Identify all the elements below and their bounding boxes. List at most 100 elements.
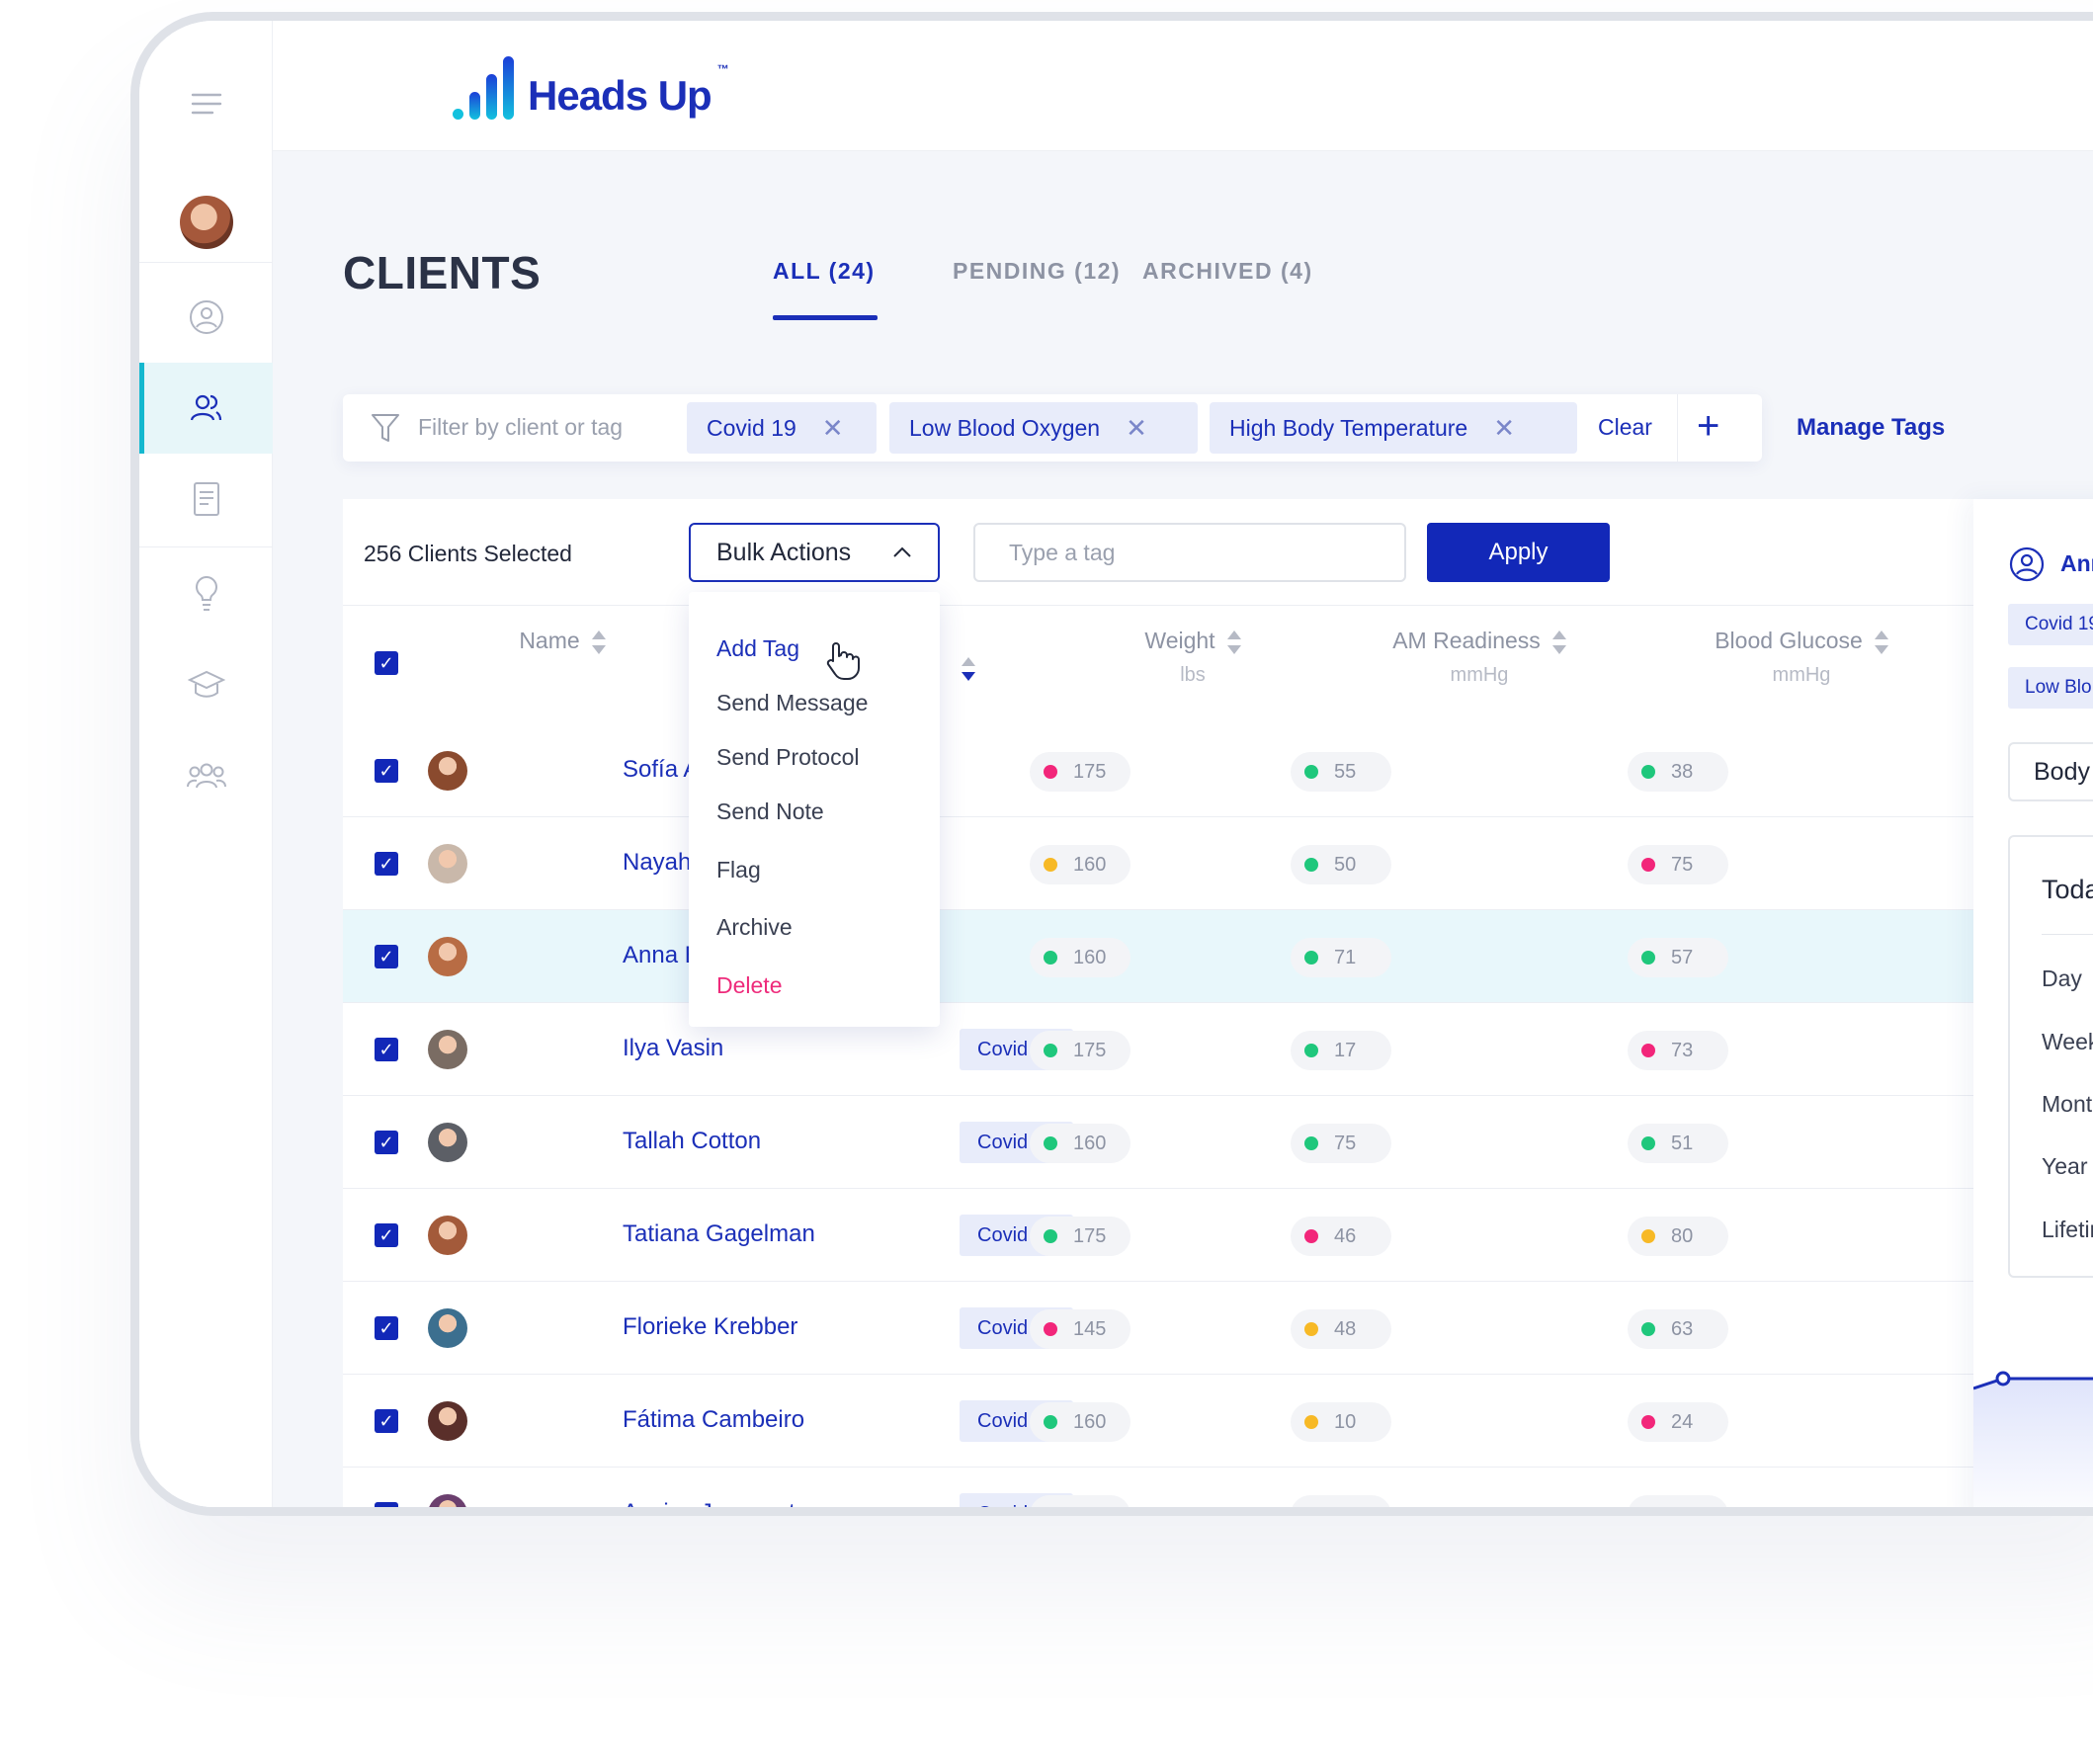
axis-label: 12 Nov (1973, 1507, 2033, 1516)
metric-value: 74 (1671, 1503, 1694, 1516)
menu-item-flag[interactable]: Flag (716, 857, 761, 883)
client-name[interactable]: Fátima Cambeiro (623, 1406, 804, 1434)
metric-value: 63 (1671, 1317, 1694, 1340)
manage-tags-link[interactable]: Manage Tags (1797, 414, 1945, 442)
clients-table-card: 256 Clients Selected Bulk Actions Apply … (343, 499, 1973, 1516)
table-row[interactable]: ✓ Ilya Vasin Covid 19 175 17 73 (343, 1003, 1973, 1096)
menu-item-add-tag[interactable]: Add Tag (716, 635, 799, 662)
column-header-blood-glucose[interactable]: Blood Glucose mmHg (1693, 628, 1910, 687)
user-circle-icon (2009, 546, 2045, 587)
metric-select[interactable]: Body (2008, 742, 2093, 801)
client-name[interactable]: Ilya Vasin (623, 1035, 723, 1062)
table-row[interactable]: ✓Sofía Alcocer1755538 (343, 724, 1973, 817)
sort-icon[interactable] (1551, 629, 1566, 656)
table-row[interactable]: ✓ Tatiana Gagelman Covid 19 175 46 80 (343, 1189, 1973, 1282)
lightbulb-icon[interactable] (139, 548, 273, 639)
menu-item-archive[interactable]: Archive (716, 914, 793, 941)
close-icon[interactable]: ✕ (1126, 415, 1147, 441)
filter-input[interactable]: Filter by client or tag (418, 414, 623, 441)
row-checkbox[interactable]: ✓ (375, 1502, 398, 1507)
panel-tag-chip[interactable]: Low Blo (2008, 667, 2093, 709)
metric-value: 73 (1671, 1039, 1694, 1061)
column-header-weight[interactable]: Weight lbs (1114, 628, 1272, 687)
table-row[interactable]: ✓ Florieke Krebber Covid 19 145 48 63 (343, 1282, 1973, 1375)
bulk-actions-dropdown[interactable]: Bulk Actions (689, 523, 940, 582)
menu-item-delete[interactable]: Delete (716, 972, 782, 999)
sort-icon[interactable] (591, 629, 606, 656)
status-dot (1304, 1229, 1318, 1243)
panel-tag-chip[interactable]: Covid 19 (2008, 604, 2093, 645)
table-row[interactable]: ✓ Aasiya Jayavant Covid 19 175 50 74 (343, 1468, 1973, 1516)
app-logo[interactable]: Heads Up ™ (453, 56, 729, 120)
row-checkbox[interactable]: ✓ (375, 1223, 398, 1247)
row-checkbox[interactable]: ✓ (375, 1038, 398, 1061)
menu-item-send-message[interactable]: Send Message (716, 690, 868, 716)
group-icon[interactable] (139, 730, 273, 821)
time-option-year[interactable]: Year (2042, 1153, 2087, 1180)
avatar (428, 1030, 467, 1069)
tab-archived[interactable]: ARCHIVED (4) (1142, 258, 1313, 285)
time-option-lifetime[interactable]: Lifetir (2042, 1217, 2093, 1243)
glucose-pill: 80 (1628, 1217, 1728, 1256)
apply-button[interactable]: Apply (1427, 523, 1610, 582)
user-circle-icon[interactable] (139, 272, 273, 363)
chevron-up-icon (893, 546, 911, 557)
sort-icon[interactable] (1874, 629, 1888, 656)
client-name[interactable]: Tatiana Gagelman (623, 1220, 815, 1248)
metric-value: 160 (1073, 946, 1107, 968)
table-row[interactable]: ✓Nayah Tantoh1605075 (343, 817, 1973, 910)
status-dot (1044, 765, 1057, 779)
table-row[interactable]: ✓ Tallah Cotton Covid 19 160 75 51 (343, 1096, 1973, 1189)
row-checkbox[interactable]: ✓ (375, 1409, 398, 1433)
sidebar-item-clients[interactable] (139, 363, 273, 454)
graduation-cap-icon[interactable] (139, 639, 273, 730)
filter-chip[interactable]: High Body Temperature ✕ (1210, 402, 1577, 454)
time-option-month[interactable]: Mont (2042, 1091, 2092, 1118)
status-dot (1044, 1508, 1057, 1516)
sort-icon[interactable] (1226, 629, 1241, 656)
metric-value: 24 (1671, 1410, 1694, 1433)
filter-chip[interactable]: Low Blood Oxygen ✕ (889, 402, 1198, 454)
time-option-day[interactable]: Day (2042, 966, 2082, 992)
status-dot (1641, 951, 1655, 965)
time-range-box: Toda Day Week Mont Year Lifetir (2008, 835, 2093, 1278)
time-option-week[interactable]: Week (2042, 1029, 2093, 1055)
table-row[interactable]: ✓ Anna Black 160 71 57 (343, 910, 1973, 1003)
table-row[interactable]: ✓ Fátima Cambeiro Covid 19 160 10 24 (343, 1375, 1973, 1468)
sort-icon[interactable] (962, 655, 975, 683)
row-checkbox[interactable]: ✓ (375, 1131, 398, 1154)
chart-point[interactable] (1995, 1371, 2011, 1386)
select-all-checkbox[interactable]: ✓ (375, 651, 398, 675)
readiness-pill: 17 (1291, 1031, 1391, 1070)
column-header-name[interactable]: Name (488, 628, 636, 656)
client-name[interactable]: Tallah Cotton (623, 1128, 761, 1155)
bulk-actions-label: Bulk Actions (716, 538, 852, 566)
client-name[interactable]: Florieke Krebber (623, 1313, 797, 1341)
profile-avatar[interactable] (139, 177, 273, 268)
client-name[interactable]: Aasiya Jayavant (623, 1499, 795, 1507)
metric-value: 145 (1073, 1317, 1107, 1340)
menu-item-send-note[interactable]: Send Note (716, 798, 824, 825)
close-icon[interactable]: ✕ (1493, 415, 1515, 441)
tab-pending[interactable]: PENDING (12) (953, 258, 1121, 285)
metric-value: 160 (1073, 1410, 1107, 1433)
add-filter-button[interactable]: + (1697, 406, 1719, 446)
status-dot (1641, 1508, 1655, 1516)
tab-all[interactable]: ALL (24) (773, 258, 876, 285)
tag-input[interactable] (973, 523, 1406, 582)
row-checkbox[interactable]: ✓ (375, 1316, 398, 1340)
status-dot (1044, 1415, 1057, 1429)
column-header-am-readiness[interactable]: AM Readiness mmHg (1371, 628, 1588, 687)
row-checkbox[interactable]: ✓ (375, 759, 398, 783)
menu-icon[interactable] (139, 58, 273, 149)
filter-chip[interactable]: Covid 19 ✕ (687, 402, 877, 454)
bulk-action-bar: 256 Clients Selected Bulk Actions Apply (343, 499, 1973, 606)
row-checkbox[interactable]: ✓ (375, 945, 398, 968)
clear-filters-button[interactable]: Clear (1598, 414, 1652, 441)
status-dot (1304, 765, 1318, 779)
close-icon[interactable]: ✕ (822, 415, 844, 441)
row-checkbox[interactable]: ✓ (375, 852, 398, 876)
document-icon[interactable] (139, 454, 273, 545)
menu-item-send-protocol[interactable]: Send Protocol (716, 744, 859, 771)
status-dot (1044, 858, 1057, 872)
